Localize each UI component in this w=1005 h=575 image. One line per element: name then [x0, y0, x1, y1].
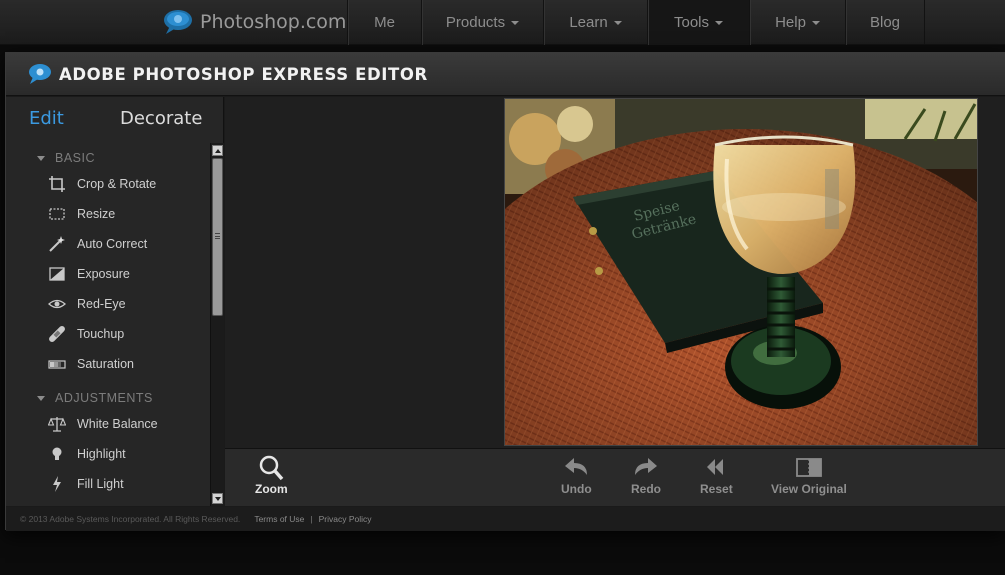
arrow-down-icon	[214, 496, 221, 501]
triangle-down-icon	[37, 155, 45, 161]
nav-products-label: Products	[445, 14, 506, 31]
nav-learn[interactable]: Learn	[543, 0, 647, 45]
section-adjustments-label: ADJUSTMENTS	[55, 391, 153, 405]
privacy-policy-link[interactable]: Privacy Policy	[319, 514, 372, 524]
scroll-up-button[interactable]	[212, 145, 223, 156]
brand-name: Photoshop.com	[200, 11, 347, 33]
nav-me[interactable]: Me	[347, 0, 421, 45]
main-nav: Me Products Learn Tools Help Blog	[347, 0, 925, 45]
tool-red-eye-label: Red-Eye	[77, 297, 126, 311]
site-top-nav: Photoshop.com Me Products Learn Tools He…	[0, 0, 1005, 45]
tool-saturation-label: Saturation	[77, 357, 134, 371]
bandage-icon	[48, 325, 66, 343]
nav-products[interactable]: Products	[421, 0, 543, 45]
scroll-down-button[interactable]	[212, 493, 223, 504]
tool-white-balance[interactable]: White Balance	[6, 409, 210, 439]
lightning-bolt-icon	[48, 475, 66, 493]
zoom-button[interactable]: Zoom	[255, 455, 288, 496]
tool-crop-rotate-label: Crop & Rotate	[77, 177, 157, 191]
magnifier-icon	[260, 455, 284, 481]
redo-label: Redo	[631, 482, 661, 496]
nav-help[interactable]: Help	[749, 0, 845, 45]
photoshop-com-logo[interactable]: Photoshop.com	[160, 8, 346, 36]
grip-icon	[215, 233, 220, 239]
tool-touchup[interactable]: Touchup	[6, 319, 210, 349]
editor-footer: © 2013 Adobe Systems Incorporated. All R…	[6, 507, 1005, 531]
tool-touchup-label: Touchup	[77, 327, 125, 341]
chevron-down-icon	[613, 20, 622, 25]
resize-icon	[48, 205, 66, 223]
reset-label: Reset	[700, 482, 733, 496]
bottom-toolbar: Zoom Undo Redo Reset View Original	[225, 448, 1005, 506]
reset-button[interactable]: Reset	[700, 455, 733, 496]
undo-label: Undo	[561, 482, 592, 496]
magic-wand-icon	[48, 235, 66, 253]
tool-resize[interactable]: Resize	[6, 199, 210, 229]
redo-arrow-icon	[635, 458, 657, 475]
undo-button[interactable]: Undo	[561, 455, 592, 496]
triangle-down-icon	[37, 395, 45, 401]
exposure-icon	[48, 265, 66, 283]
wine-glass-photo: Speise Getränke	[505, 99, 977, 445]
section-basic-header[interactable]: BASIC	[6, 147, 210, 169]
lightbulb-icon	[48, 445, 66, 463]
photoshop-express-logo-icon	[29, 64, 51, 84]
nav-blog[interactable]: Blog	[845, 0, 925, 45]
tools-panel: Edit Decorate BASIC Crop & Rotate Resize	[6, 97, 224, 506]
tool-auto-correct[interactable]: Auto Correct	[6, 229, 210, 259]
tool-auto-correct-label: Auto Correct	[77, 237, 148, 251]
copyright-text: © 2013 Adobe Systems Incorporated. All R…	[20, 514, 241, 524]
redo-button[interactable]: Redo	[631, 455, 661, 496]
tool-saturation[interactable]: Saturation	[6, 349, 210, 379]
tools-scrollbar[interactable]	[210, 143, 224, 506]
tool-list: BASIC Crop & Rotate Resize Auto Correct	[6, 147, 210, 499]
mode-tabs: Edit Decorate	[6, 97, 224, 139]
tool-fill-light[interactable]: Fill Light	[6, 469, 210, 499]
tool-exposure[interactable]: Exposure	[6, 259, 210, 289]
eye-icon	[48, 295, 66, 313]
nav-blog-label: Blog	[869, 14, 901, 31]
tool-highlight[interactable]: Highlight	[6, 439, 210, 469]
tool-exposure-label: Exposure	[77, 267, 130, 281]
rewind-icon	[707, 459, 724, 475]
photoshop-logo-icon	[164, 10, 192, 34]
tool-fill-light-label: Fill Light	[77, 477, 124, 491]
undo-arrow-icon	[565, 458, 588, 475]
section-basic-label: BASIC	[55, 151, 96, 165]
tab-decorate[interactable]: Decorate	[120, 108, 202, 129]
nav-me-label: Me	[374, 14, 395, 31]
saturation-icon	[48, 355, 66, 373]
footer-separator: |	[310, 514, 313, 524]
tool-highlight-label: Highlight	[77, 447, 126, 461]
chevron-down-icon	[715, 20, 724, 25]
tool-crop-rotate[interactable]: Crop & Rotate	[6, 169, 210, 199]
view-original-button[interactable]: View Original	[771, 455, 847, 496]
section-adjustments-header[interactable]: ADJUSTMENTS	[6, 387, 210, 409]
nav-tools-label: Tools	[673, 14, 710, 31]
balance-scale-icon	[48, 415, 66, 433]
chevron-down-icon	[811, 20, 820, 25]
editor-titlebar: ADOBE PHOTOSHOP EXPRESS EDITOR	[6, 53, 1005, 96]
tool-white-balance-label: White Balance	[77, 417, 158, 431]
nav-learn-label: Learn	[569, 14, 608, 31]
tab-edit[interactable]: Edit	[29, 108, 64, 129]
zoom-label: Zoom	[255, 482, 288, 496]
nav-tools[interactable]: Tools	[647, 0, 749, 45]
express-editor-window: ADOBE PHOTOSHOP EXPRESS EDITOR Edit Deco…	[5, 52, 1005, 531]
edited-photo[interactable]: Speise Getränke	[504, 98, 978, 446]
tool-resize-label: Resize	[77, 207, 116, 221]
arrow-up-icon	[214, 148, 221, 153]
terms-of-use-link[interactable]: Terms of Use	[254, 514, 304, 524]
image-canvas[interactable]: Speise Getränke	[225, 97, 1005, 448]
nav-help-label: Help	[775, 14, 806, 31]
crop-icon	[48, 175, 66, 193]
scroll-thumb[interactable]	[212, 158, 223, 316]
tool-red-eye[interactable]: Red-Eye	[6, 289, 210, 319]
editor-title: ADOBE PHOTOSHOP EXPRESS EDITOR	[59, 64, 428, 84]
compare-icon	[796, 458, 822, 477]
chevron-down-icon	[511, 20, 520, 25]
view-original-label: View Original	[771, 482, 847, 496]
